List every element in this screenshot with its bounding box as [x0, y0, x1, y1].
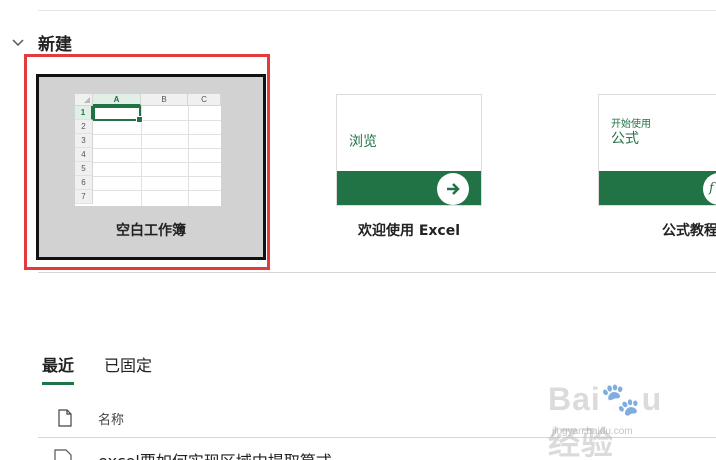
excel-file-icon	[54, 449, 72, 460]
row-header: 2	[75, 120, 93, 134]
formula-tutorial-tile[interactable]: 开始使用 公式 f 公式教程	[514, 74, 716, 260]
column-header: C	[188, 94, 221, 106]
blank-sheet-thumbnail: A B C 1 2 3 4 5 6 7	[75, 94, 221, 206]
row-header: 4	[75, 148, 93, 162]
baidu-jingyan-watermark: Bai🐾u 经验 jingyan.baidu.com	[548, 381, 663, 460]
row-header: 1	[75, 106, 93, 120]
browse-text: 浏览	[349, 134, 377, 150]
welcome-excel-label: 欢迎使用 Excel	[357, 223, 461, 239]
row-header: 6	[75, 176, 93, 190]
column-header: B	[141, 94, 188, 106]
grid-line	[188, 106, 189, 206]
blank-workbook-tile[interactable]: A B C 1 2 3 4 5 6 7 空白工作簿	[36, 74, 266, 260]
row-header: 3	[75, 134, 93, 148]
grid-line	[93, 190, 221, 191]
file-tabs: 最近 已固定	[42, 352, 182, 385]
selected-cell	[93, 106, 143, 123]
top-divider	[38, 10, 716, 11]
column-header: A	[93, 94, 141, 106]
section-divider	[38, 272, 716, 273]
arrow-right-icon	[437, 173, 469, 205]
file-list-header: 名称	[58, 408, 124, 428]
new-section-title: 新建	[38, 34, 72, 55]
tab-pinned[interactable]: 已固定	[104, 352, 152, 385]
file-name: excel要如何实现区域中提取算式	[98, 448, 332, 460]
welcome-excel-tile[interactable]: 浏览 欢迎使用 Excel	[252, 74, 482, 260]
formula-text: 公式	[611, 131, 639, 147]
welcome-excel-thumbnail: 浏览	[336, 94, 482, 206]
green-band	[599, 171, 716, 205]
formula-tutorial-label: 公式教程	[662, 223, 716, 239]
new-section-header[interactable]: 新建	[10, 30, 72, 55]
grid-line	[93, 162, 221, 163]
row-header: 7	[75, 190, 93, 204]
tab-recent[interactable]: 最近	[42, 352, 75, 385]
chevron-down-icon[interactable]	[10, 34, 26, 50]
grid-line	[93, 134, 221, 135]
grid-line	[93, 148, 221, 149]
grid-line	[93, 176, 221, 177]
row-header: 5	[75, 162, 93, 176]
formula-tutorial-thumbnail: 开始使用 公式 f	[598, 94, 716, 206]
select-all-corner	[75, 94, 93, 106]
name-column-header[interactable]: 名称	[98, 409, 124, 428]
file-type-icon	[58, 409, 72, 427]
file-row[interactable]: excel要如何实现区域中提取算式	[54, 448, 332, 460]
blank-workbook-label: 空白工作簿	[116, 223, 186, 239]
